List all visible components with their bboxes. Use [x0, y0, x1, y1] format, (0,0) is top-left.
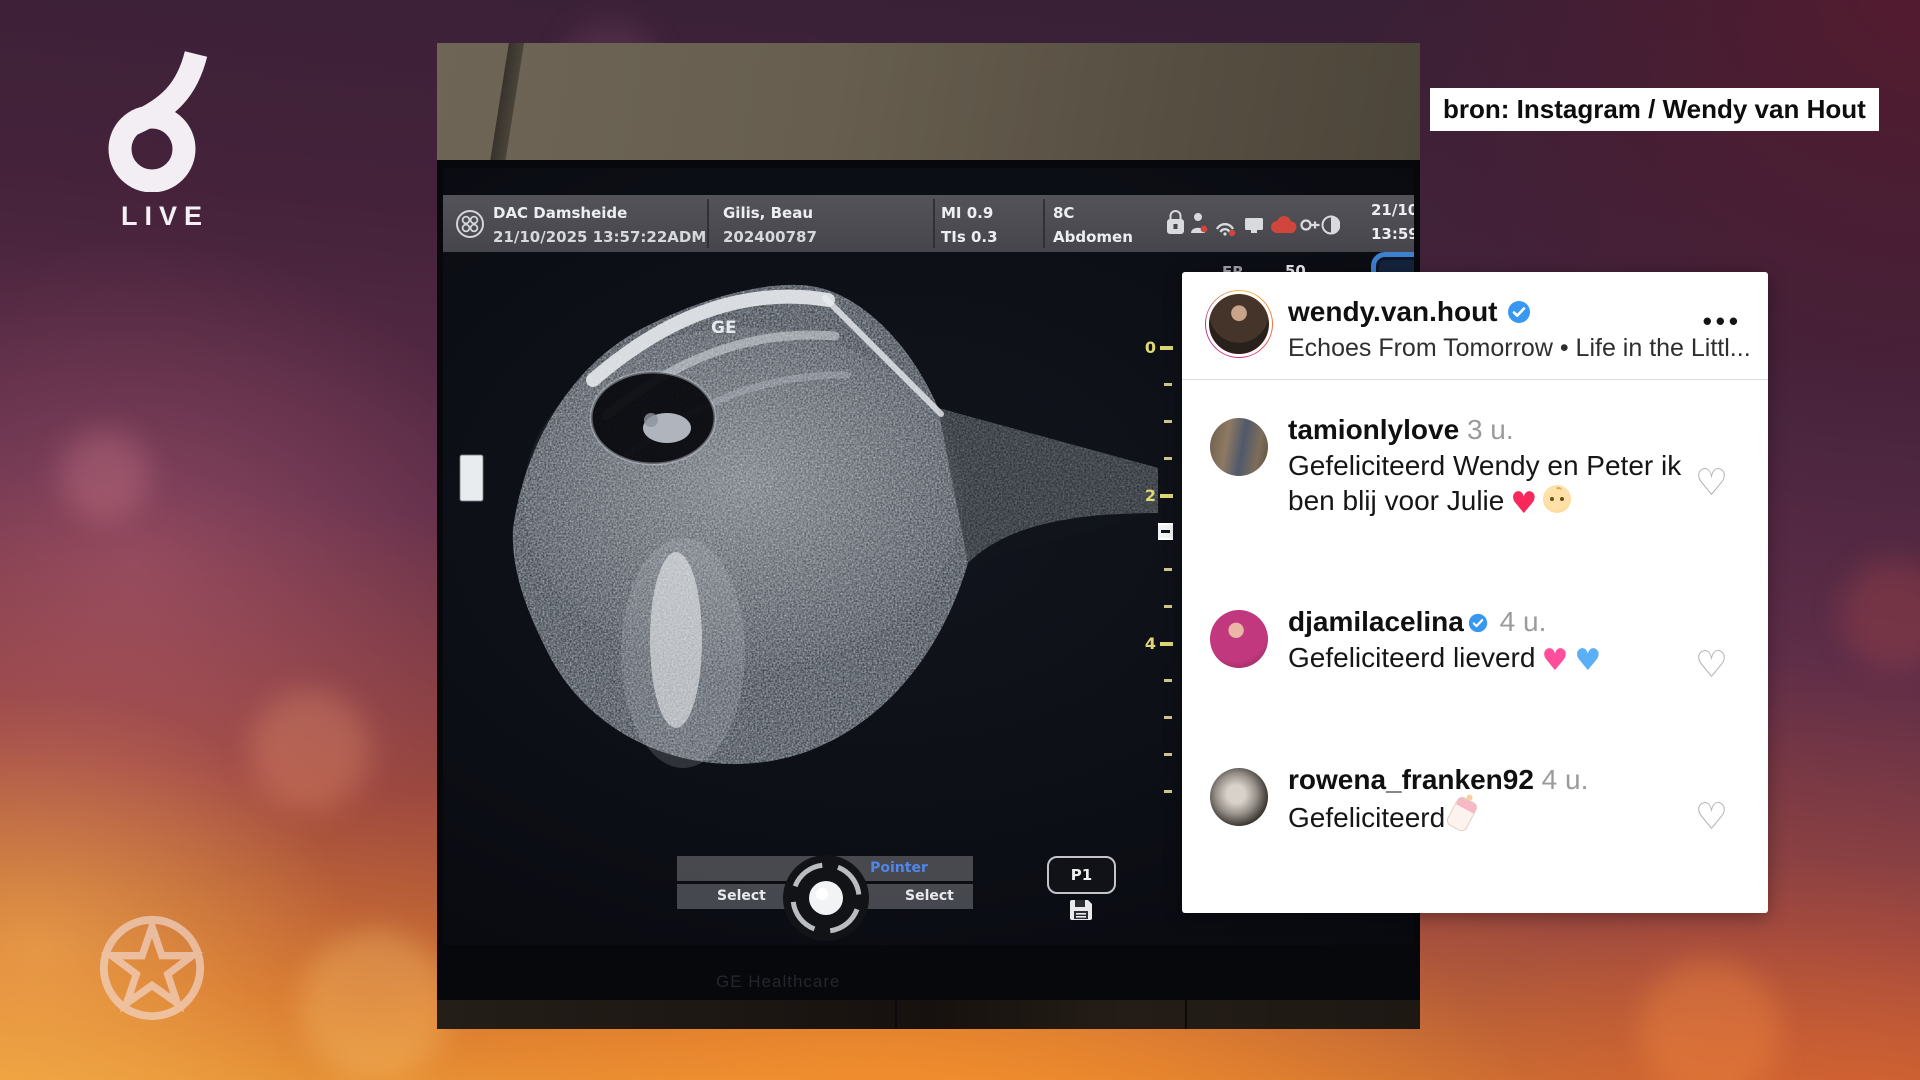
fan-sector [513, 285, 1158, 764]
bokeh-light [300, 930, 450, 1080]
bokeh-light [1840, 560, 1920, 670]
blue-heart-emoji: ♥ [1574, 646, 1601, 676]
star-circle-logo-icon [96, 912, 208, 1024]
broadcast-frame: 6 LIVE DAC Damsheide 21/10/2025 1 [0, 0, 1920, 1080]
pink-heart-emoji: ♥ [1541, 646, 1568, 676]
comment-item: rowena_franken92 4 u. Gefeliciteerd ♡ [1210, 762, 1740, 835]
focus-marker [1158, 523, 1173, 540]
bokeh-light [60, 430, 150, 520]
source-attribution: bron: Instagram / Wendy van Hout [1430, 88, 1879, 131]
verified-badge-icon [1468, 613, 1488, 633]
verified-badge-icon [1507, 300, 1531, 324]
depth-mark: 0 [1138, 338, 1156, 357]
orientation-marker: GE [711, 318, 737, 338]
background-wall [437, 43, 1420, 163]
like-button[interactable]: ♡ [1695, 646, 1728, 683]
monitor-brand: GE Healthcare [716, 972, 956, 992]
red-heart-emoji: ♥ [1510, 489, 1537, 519]
save-image-icon[interactable] [1068, 898, 1094, 922]
instagram-panel: wendy.van.hout Echoes From Tomorrow • Li… [1182, 272, 1768, 913]
comment-text: Gefeliciteerd [1288, 802, 1445, 833]
comment-time: 4 u. [1500, 606, 1547, 637]
gestational-sac [591, 372, 715, 464]
comment-username[interactable]: djamilacelina [1288, 606, 1464, 637]
baby-bottle-emoji [1445, 794, 1479, 833]
six-logo-icon [95, 46, 215, 192]
depth-mark: 2 [1138, 486, 1156, 505]
depth-scale: 0 2 4 [1138, 328, 1183, 848]
live-badge: LIVE [95, 201, 225, 232]
like-button[interactable]: ♡ [1695, 464, 1728, 501]
comment-item: tamionlylove 3 u. Gefeliciteerd Wendy en… [1210, 412, 1740, 519]
bokeh-light [1640, 960, 1780, 1080]
select-right-softkey[interactable]: Select [905, 888, 954, 904]
baby-emoji [1543, 485, 1571, 513]
avatar[interactable] [1210, 768, 1268, 826]
like-button[interactable]: ♡ [1695, 798, 1728, 835]
comment-text: Gefeliciteerd Wendy en Peter ik ben blij… [1288, 450, 1681, 517]
desk [437, 1000, 1420, 1029]
avatar[interactable] [1209, 294, 1269, 354]
comment-username[interactable]: rowena_franken92 [1288, 764, 1534, 795]
p1-print-button[interactable]: P1 [1047, 856, 1116, 894]
comment-time: 4 u. [1542, 764, 1589, 795]
probe-indicator-bar [460, 455, 483, 501]
comment-username[interactable]: tamionlylove [1288, 414, 1459, 445]
comment-item: djamilacelina 4 u. Gefeliciteerd lieverd… [1210, 604, 1740, 676]
trackball-control[interactable] [781, 853, 871, 943]
comment-text: Gefeliciteerd lieverd [1288, 642, 1535, 673]
depth-mark: 4 [1138, 634, 1156, 653]
avatar[interactable] [1210, 418, 1268, 476]
story-ring[interactable] [1205, 290, 1273, 358]
channel-number: 6 [215, 46, 216, 47]
bokeh-light [250, 690, 370, 810]
comment-time: 3 u. [1467, 414, 1514, 445]
avatar[interactable] [1210, 610, 1268, 668]
acoustic-streak [621, 538, 745, 768]
channel-logo: 6 LIVE [95, 46, 225, 232]
account-username[interactable]: wendy.van.hout [1288, 296, 1498, 328]
select-left-softkey[interactable]: Select [717, 888, 766, 904]
account-subtitle: Echoes From Tomorrow • Life in the Littl… [1288, 334, 1751, 363]
instagram-header: wendy.van.hout Echoes From Tomorrow • Li… [1182, 272, 1768, 380]
more-options-button[interactable]: ••• [1703, 306, 1742, 337]
